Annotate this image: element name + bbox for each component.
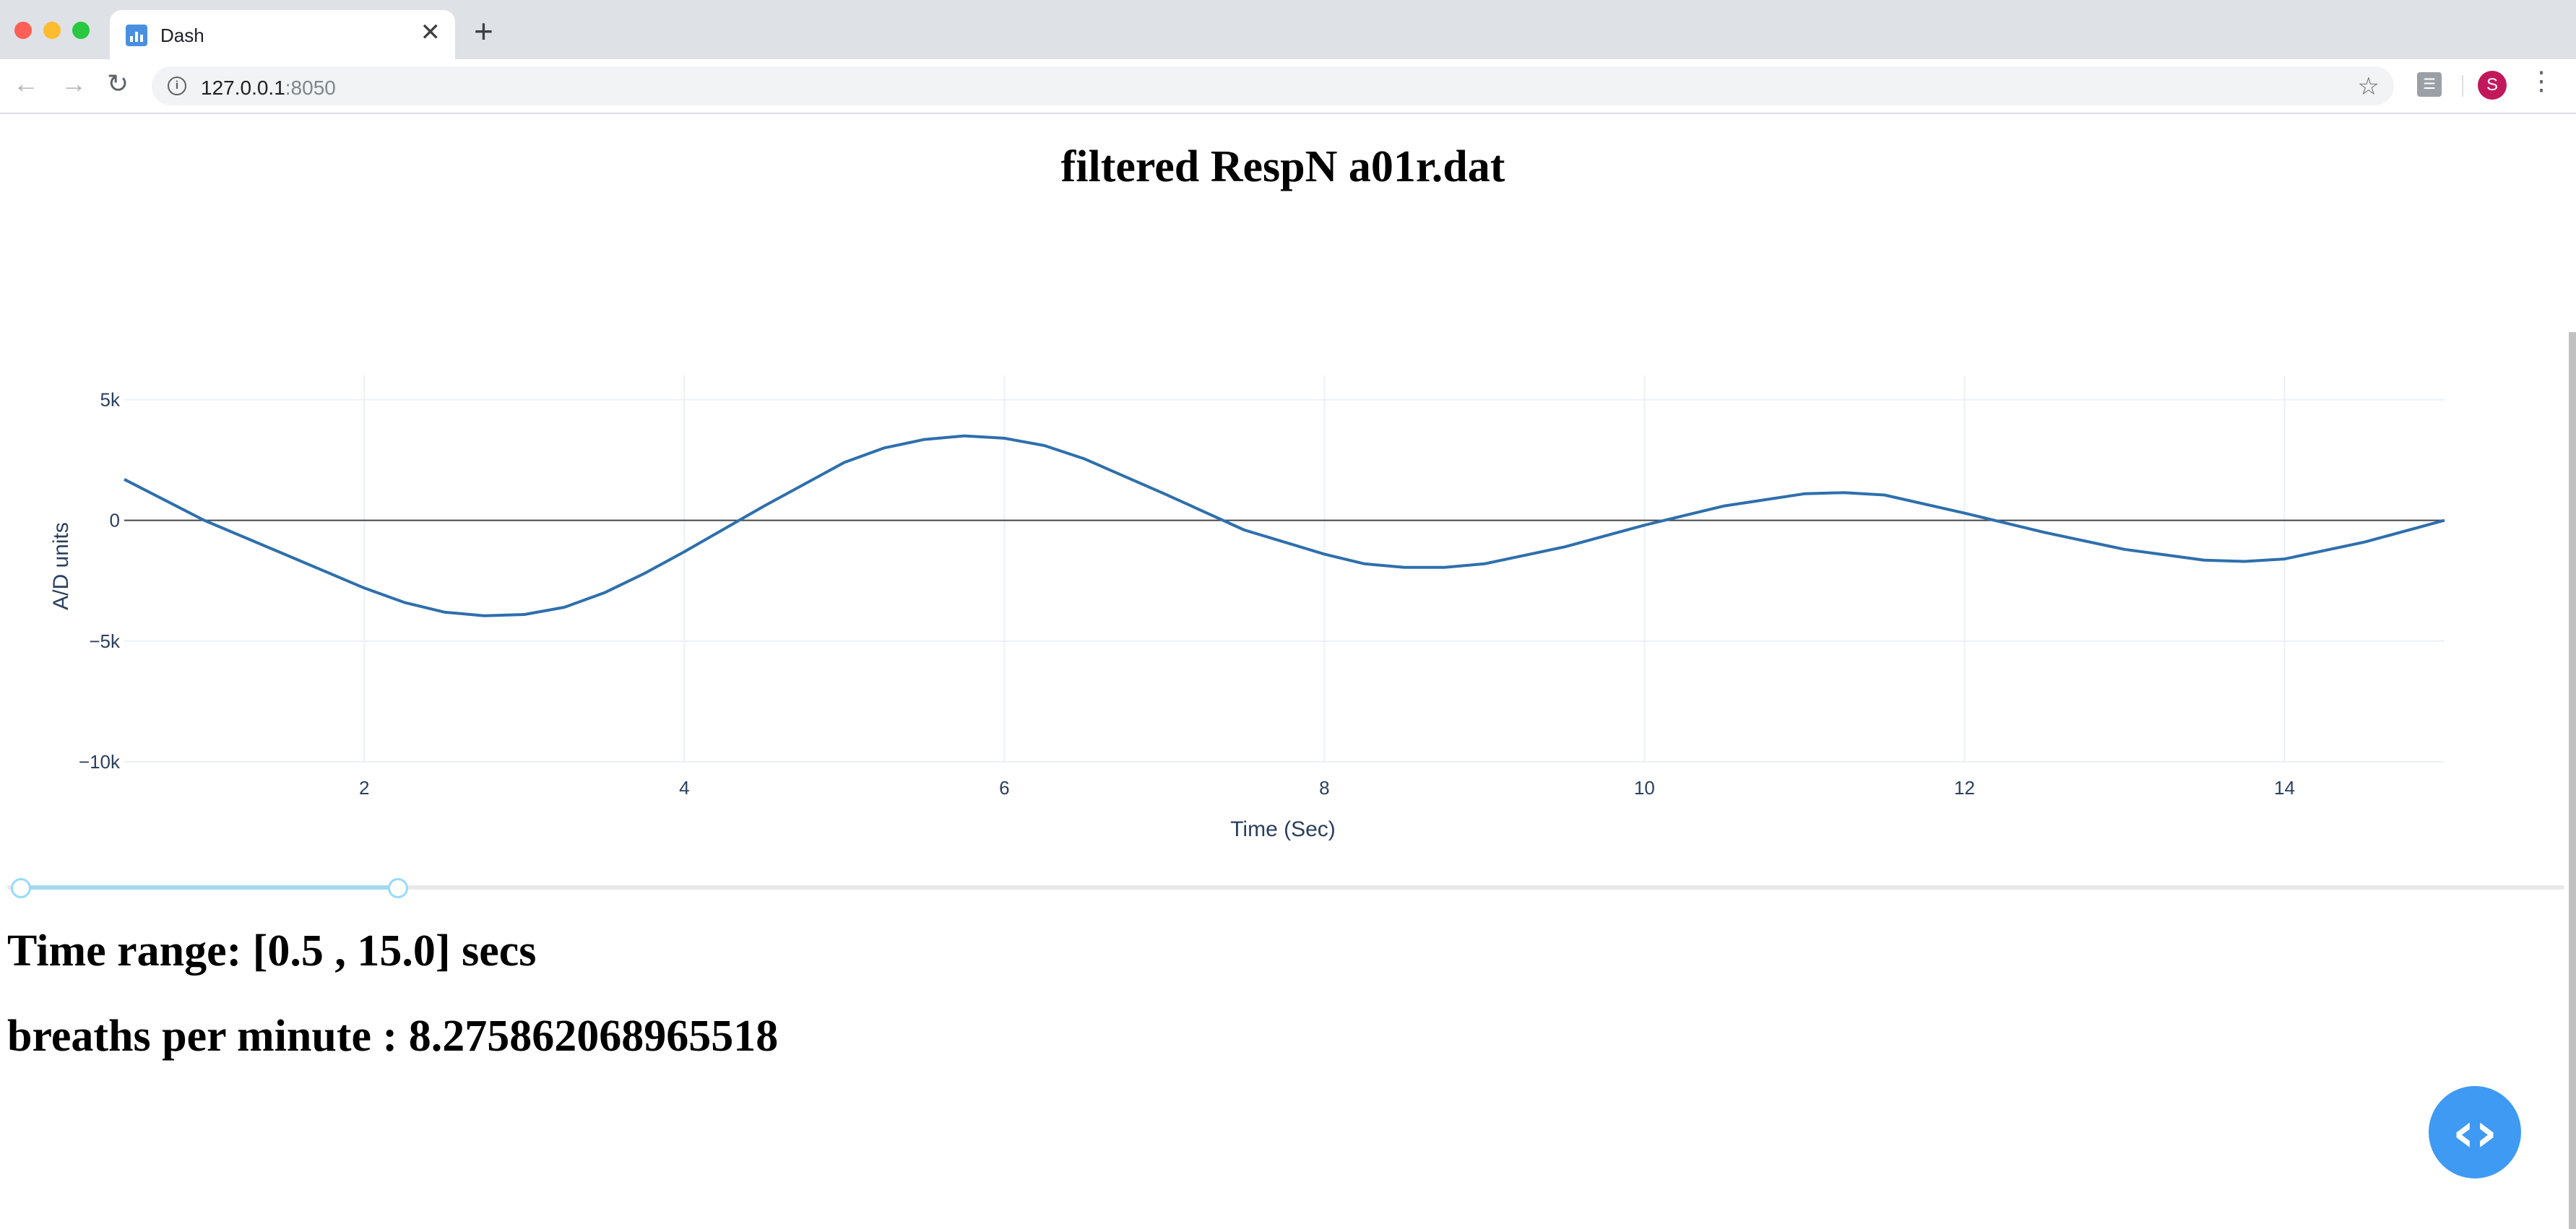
back-arrow-icon[interactable]: ← [13,71,39,97]
y-tick-label: −5k [89,630,121,652]
url-host: 127.0.0.1 [201,77,285,99]
x-tick-label: 12 [1954,777,1975,799]
x-tick-label: 2 [359,777,369,799]
url-text[interactable]: 127.0.0.1:8050 [201,77,336,100]
new-tab-icon[interactable]: + [474,14,493,48]
window-minimize-button[interactable] [43,22,61,39]
x-tick-label: 10 [1634,777,1655,799]
slider-selected-track [20,885,397,890]
profile-avatar[interactable]: S [2478,71,2507,100]
window-maximize-button[interactable] [72,22,90,39]
y-tick-label: 0 [110,510,120,531]
toolbar-divider [2462,75,2463,97]
chart-series-line [124,434,2445,617]
respiration-line-chart[interactable]: 2 4 6 8 10 12 14 5k 0 −5k −10k Time (Sec) A/D unit… [0,339,2576,859]
slider-max-handle[interactable] [388,878,408,898]
time-range-slider[interactable] [7,877,2564,898]
y-tick-label: 5k [100,388,121,410]
y-tick-label: −10k [79,751,121,773]
forward-arrow-icon[interactable]: → [61,71,87,97]
browser-tab-strip: Dash ✕ + [0,0,2576,59]
tab-close-icon[interactable]: ✕ [420,20,441,45]
x-tick-label: 14 [2274,777,2295,799]
chart-x-axis-label: Time (Sec) [1230,817,1336,841]
extension-icon[interactable]: ☰ [2417,72,2442,97]
page-title: filtered RespN a01r.dat [1060,142,1505,191]
code-brackets-icon[interactable]: ‹› [2429,1086,2521,1178]
page-scrollbar[interactable] [2569,332,2576,1229]
reload-icon[interactable]: ↻ [107,71,129,97]
menu-dots-icon[interactable]: ⋮ [2528,68,2554,94]
chart-y-axis-label: A/D units [49,522,73,610]
window-close-button[interactable] [14,22,32,39]
info-icon[interactable]: i [168,77,186,95]
time-range-text: Time range: [0.5 , 15.0] secs [7,926,537,976]
browser-tab[interactable]: Dash ✕ [110,10,455,59]
x-tick-label: 8 [1319,777,1329,799]
x-tick-label: 6 [999,777,1009,799]
chart-gridlines [124,375,2445,763]
address-bar[interactable]: i 127.0.0.1:8050 ☆ [152,66,2394,105]
slider-min-handle[interactable] [11,878,31,898]
url-port: :8050 [285,77,336,99]
x-tick-label: 4 [679,777,689,799]
breaths-per-minute-text: breaths per minute : 8.275862068965518 [7,1012,779,1061]
chart-axes: 2 4 6 8 10 12 14 5k 0 −5k −10k [79,388,2445,799]
star-icon[interactable]: ☆ [2358,72,2380,101]
dash-favicon-icon [126,25,147,46]
browser-toolbar: ← → ↻ i 127.0.0.1:8050 ☆ ☰ S ⋮ [0,59,2576,114]
tab-title: Dash [160,25,204,46]
